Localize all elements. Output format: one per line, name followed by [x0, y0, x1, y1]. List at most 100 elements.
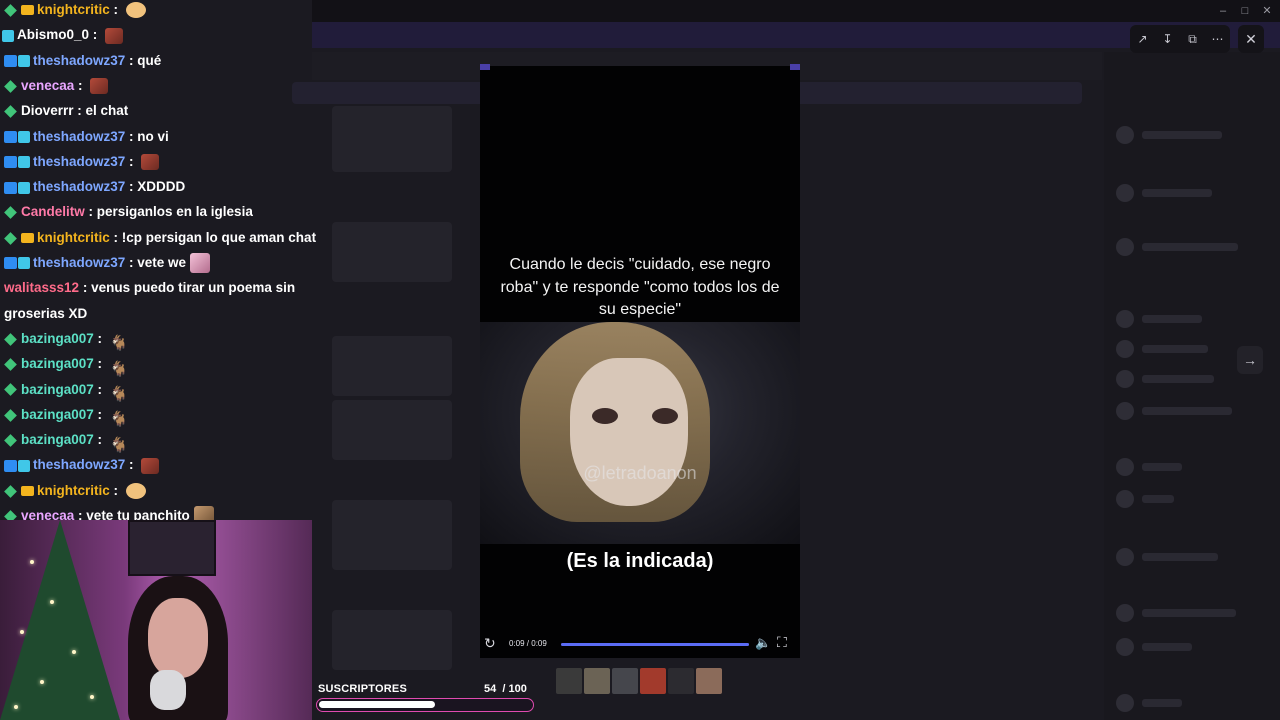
viewer-toolbar: ↗ ↧ ⧉ ⋯	[1130, 25, 1230, 53]
member-row	[1116, 458, 1266, 476]
replay-icon[interactable]: ↻	[484, 635, 496, 652]
diamond-badge-icon	[4, 408, 17, 422]
download-icon[interactable]: ↧	[1158, 32, 1178, 46]
thumbnail-strip	[556, 668, 722, 694]
chat-separator: :	[125, 153, 138, 169]
chat-username[interactable]: theshadowz37	[33, 255, 125, 270]
media-thumbnail[interactable]	[696, 668, 722, 694]
chat-message: bazinga007 : 🐐	[4, 427, 129, 454]
crown-badge-icon	[21, 486, 34, 497]
chat-message: Abismo0_0 :	[2, 22, 124, 47]
volume-icon[interactable]: 🔈	[755, 635, 771, 651]
goat-emote-icon: 🐐	[109, 436, 129, 454]
diamond-badge-icon	[4, 358, 17, 371]
bg-message-card	[332, 222, 452, 282]
member-row	[1116, 238, 1266, 256]
video-progress-bar[interactable]	[561, 643, 749, 646]
minimize-icon[interactable]: –	[1212, 2, 1234, 20]
chat-text: XDDDD	[137, 179, 186, 195]
more-icon[interactable]: ⋯	[1208, 32, 1228, 46]
chat-message: groserias XD	[4, 301, 87, 326]
chat-separator: :	[109, 2, 122, 17]
fullscreen-icon[interactable]: ⛶	[777, 634, 787, 651]
chat-separator: :	[125, 128, 138, 144]
prime-badge-icon	[4, 156, 17, 169]
chat-text: vete we	[137, 255, 187, 270]
chat-username[interactable]: theshadowz37	[33, 53, 125, 68]
chat-separator: :	[84, 204, 97, 220]
member-row	[1116, 604, 1266, 622]
chat-username[interactable]: walitasss12	[4, 280, 79, 295]
chat-separator: :	[125, 255, 138, 270]
chat-username[interactable]: bazinga007	[21, 432, 94, 447]
subscriber-goal-fill	[319, 701, 435, 708]
diamond-badge-icon	[4, 484, 17, 498]
window-close-icon[interactable]: ✕	[1256, 2, 1278, 20]
chat-message: theshadowz37 :	[4, 452, 160, 477]
media-thumbnail[interactable]	[668, 668, 694, 694]
bg-message-card	[332, 106, 452, 172]
chat-username[interactable]: knightcritic	[37, 230, 110, 245]
chat-username[interactable]: theshadowz37	[33, 154, 125, 169]
media-thumbnail[interactable]	[556, 668, 582, 694]
chat-message: theshadowz37 : qué	[4, 48, 161, 73]
pink-emote-icon	[190, 253, 211, 274]
member-row	[1116, 694, 1266, 712]
chat-separator: :	[79, 280, 92, 296]
forward-icon[interactable]: ↗	[1133, 32, 1153, 46]
subscriber-goal-bar	[316, 698, 534, 712]
chat-username[interactable]: Candelitw	[21, 204, 85, 219]
bits-badge-icon	[18, 130, 30, 143]
chat-separator: :	[93, 356, 106, 372]
chat-username[interactable]: venecaa	[21, 78, 74, 93]
media-thumbnail[interactable]	[640, 668, 666, 694]
viewer-close-button[interactable]: ✕	[1238, 25, 1264, 53]
video-frame-image	[480, 322, 800, 544]
chat-separator: :	[93, 330, 106, 346]
chat-message: bazinga007 : 🐐	[4, 402, 128, 428]
chat-username[interactable]: knightcritic	[37, 483, 110, 498]
next-media-button[interactable]: →	[1237, 346, 1263, 374]
chat-username[interactable]: bazinga007	[21, 382, 94, 397]
chat-separator: :	[93, 432, 106, 448]
open-external-icon[interactable]: ⧉	[1183, 32, 1203, 47]
chat-username[interactable]: knightcritic	[37, 2, 110, 17]
chat-separator: :	[74, 77, 87, 93]
video-corner	[790, 64, 800, 70]
diamond-badge-icon	[4, 206, 17, 220]
chat-username[interactable]: Abismo0_0	[17, 27, 89, 42]
maximize-icon[interactable]: □	[1234, 2, 1256, 20]
chat-message: walitasss12 : venus puedo tirar un poema…	[4, 275, 295, 300]
prime-badge-icon	[4, 55, 17, 68]
chat-username[interactable]: theshadowz37	[33, 179, 125, 194]
chat-message: theshadowz37 : no vi	[4, 124, 169, 149]
chat-message: bazinga007 : 🐐	[4, 326, 129, 353]
subscriber-goal-count: 54 / 100	[484, 683, 527, 695]
chat-username[interactable]: bazinga007	[21, 331, 94, 346]
video-corner	[480, 64, 490, 70]
prime-badge-icon	[4, 459, 17, 472]
bits-badge-icon	[18, 181, 30, 194]
prime-badge-icon	[4, 257, 17, 270]
bits-badge-icon	[18, 55, 30, 68]
chat-text: !cp persigan lo que aman chat	[121, 229, 317, 245]
chat-message: theshadowz37 : XDDDD	[4, 174, 185, 199]
chat-message: knightcritic :	[4, 0, 146, 22]
chat-separator: :	[89, 27, 102, 43]
chat-username[interactable]: bazinga007	[21, 407, 94, 422]
media-thumbnail[interactable]	[612, 668, 638, 694]
diamond-badge-icon	[4, 79, 17, 93]
player-controls: ↻ 0:09 / 0:09 🔈 ⛶	[480, 634, 800, 656]
red-emote-icon	[90, 78, 109, 95]
chat-username[interactable]: theshadowz37	[33, 457, 125, 472]
prime-badge-icon	[4, 130, 17, 143]
member-row	[1116, 548, 1266, 566]
bits-badge-icon	[18, 257, 30, 270]
goat-emote-icon: 🐐	[109, 335, 129, 353]
chat-username[interactable]: theshadowz37	[33, 129, 125, 144]
chat-separator: :	[125, 52, 138, 68]
diamond-badge-icon	[4, 383, 17, 397]
media-thumbnail[interactable]	[584, 668, 610, 694]
chat-username[interactable]: Dioverrr	[21, 103, 74, 118]
chat-username[interactable]: bazinga007	[21, 356, 94, 371]
